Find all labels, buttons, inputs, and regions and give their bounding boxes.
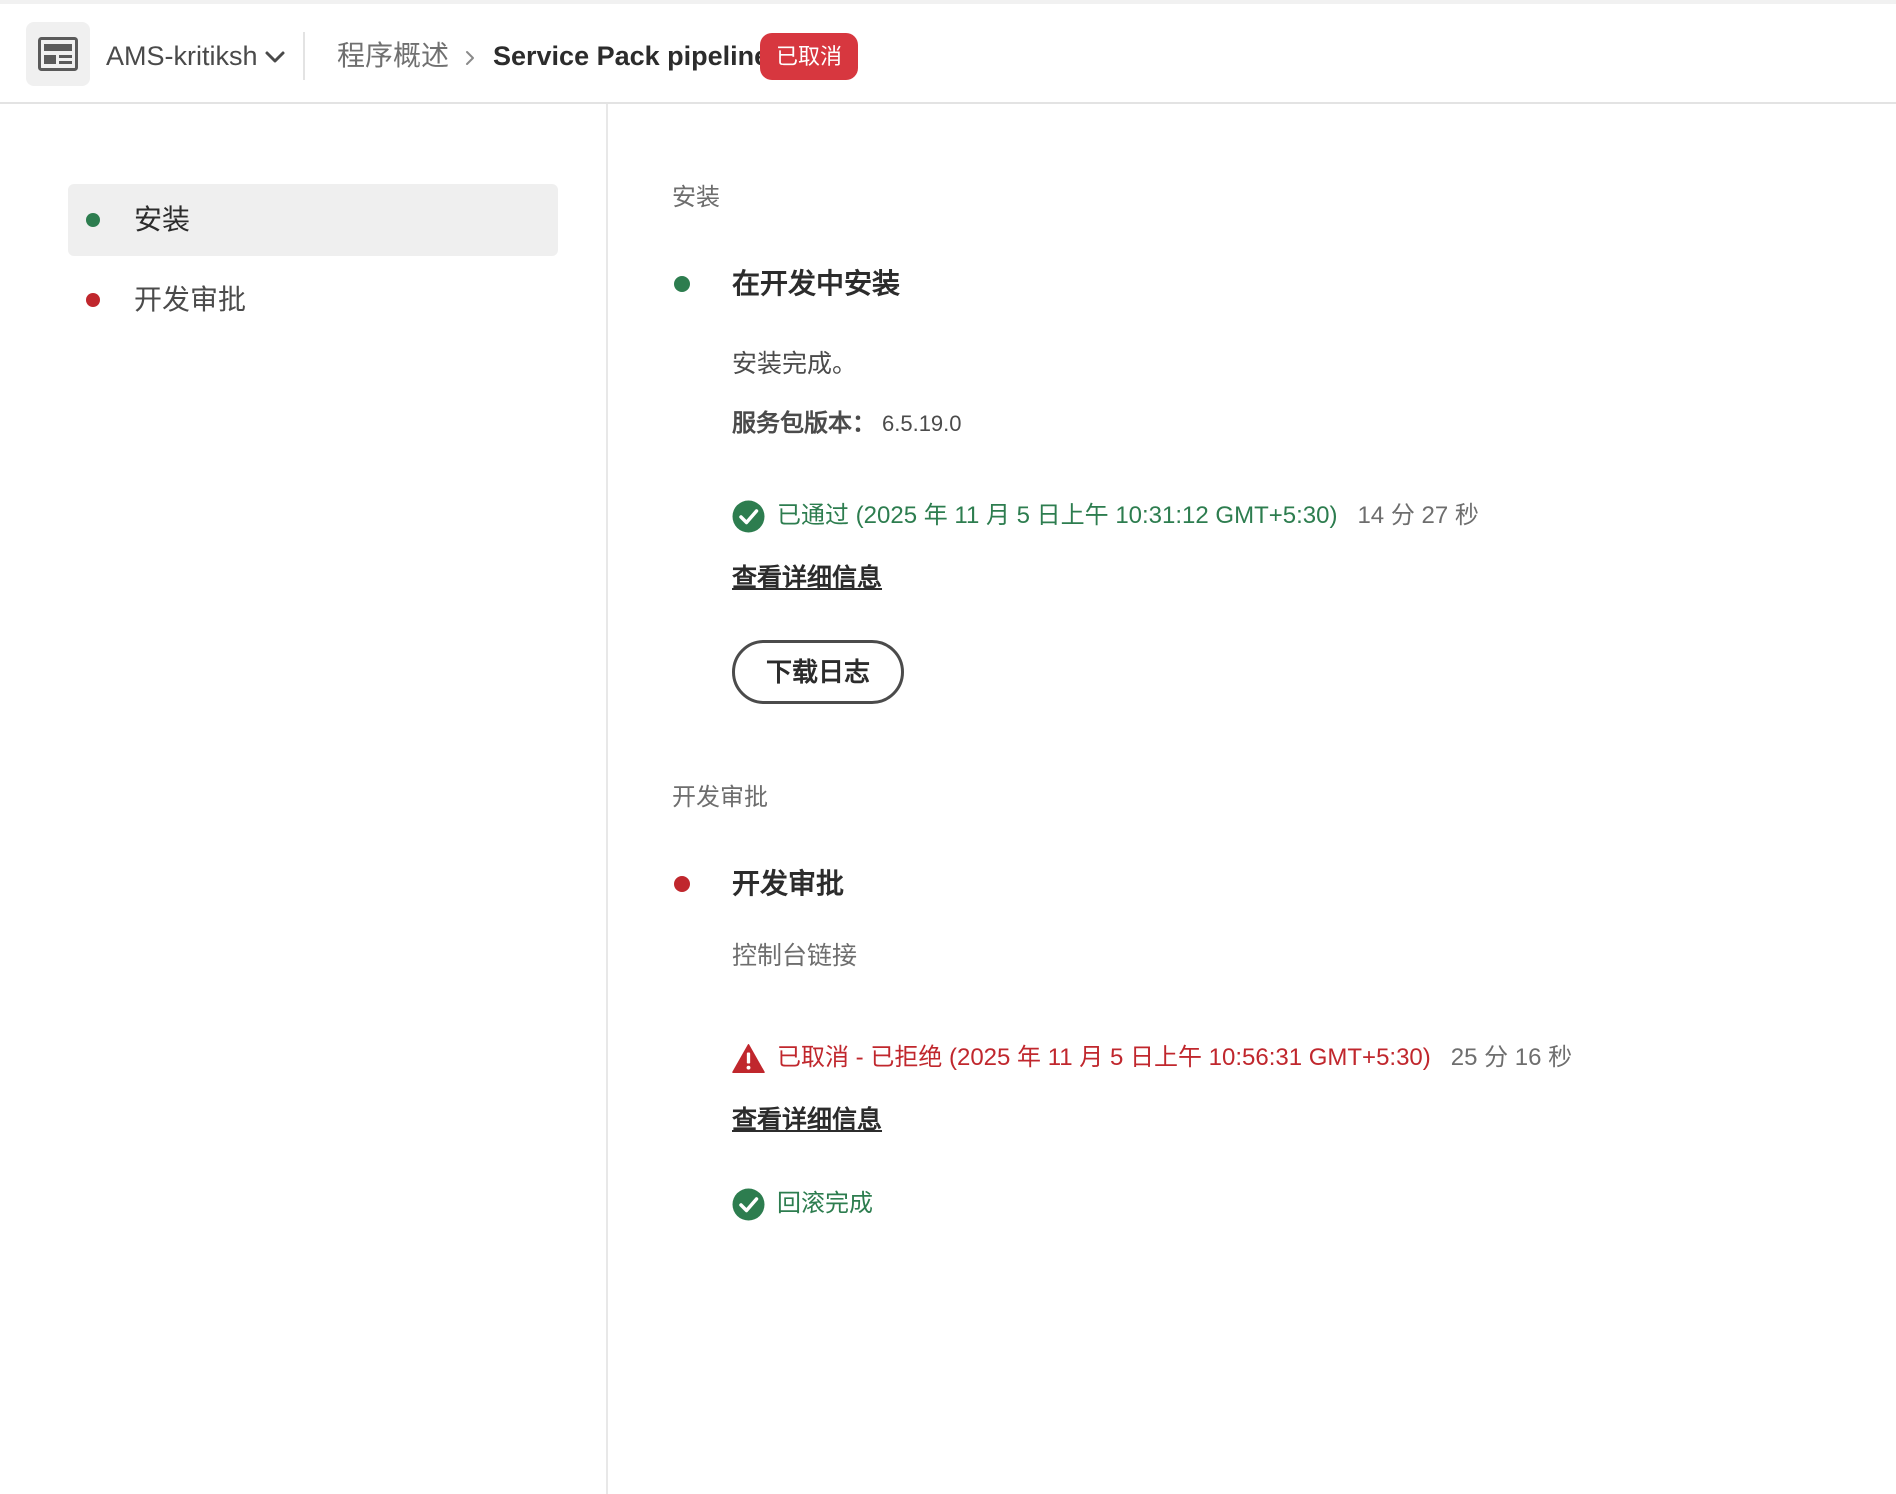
version-value: 6.5.19.0 [882, 411, 962, 436]
download-log-button[interactable]: 下载日志 [732, 640, 904, 704]
install-duration: 14 分 27 秒 [1357, 502, 1479, 529]
breadcrumb-program-overview[interactable]: 程序概述 [337, 36, 449, 76]
program-switcher-button[interactable] [26, 22, 90, 86]
pipeline-detail-page: AMS-kritiksh 程序概述 Service Pack pipeline … [0, 0, 1896, 1494]
status-dot-success [86, 213, 100, 227]
checkmark-circle-icon [732, 500, 765, 532]
view-details-link-approval[interactable]: 查看详细信息 [732, 1102, 882, 1138]
status-dot-error [86, 293, 100, 307]
header-divider [303, 32, 305, 80]
approval-duration: 25 分 16 秒 [1450, 1044, 1573, 1071]
rollback-status-row: 回滚完成 [732, 1186, 873, 1222]
step-title-install-in-dev: 在开发中安装 [732, 268, 901, 299]
approval-result-text: 已取消 - 已拒绝 (2025 年 11 月 5 日上午 10:56:31 GM… [777, 1044, 1431, 1071]
steps-sidebar: 安装 开发审批 [0, 104, 608, 1494]
view-details-link-install[interactable]: 查看详细信息 [732, 560, 882, 596]
chevron-down-icon[interactable] [264, 46, 286, 68]
breadcrumb-current-pipeline: Service Pack pipeline [493, 41, 770, 71]
version-label: 服务包版本： [732, 410, 876, 437]
install-description: 安装完成。 [732, 350, 858, 378]
layout-icon [38, 37, 78, 71]
section-heading-install: 安装 [672, 184, 720, 211]
sidebar-item-dev-approval[interactable]: 开发审批 [68, 264, 558, 336]
step-title-dev-approval: 开发审批 [732, 868, 845, 899]
top-header: AMS-kritiksh 程序概述 Service Pack pipeline … [0, 0, 1896, 104]
step-status-dot-error [674, 876, 690, 892]
pipeline-status-badge: 已取消 [760, 33, 858, 80]
approval-result-row: 已取消 - 已拒绝 (2025 年 11 月 5 日上午 10:56:31 GM… [732, 1040, 1572, 1076]
checkmark-circle-icon [732, 1188, 765, 1220]
rollback-text: 回滚完成 [777, 1190, 873, 1217]
sidebar-item-label: 安装 [134, 204, 191, 235]
console-link[interactable]: 控制台链接 [732, 938, 857, 974]
chevron-right-icon [466, 51, 474, 65]
step-status-dot-success [674, 276, 690, 292]
service-pack-version: 服务包版本： 6.5.19.0 [732, 406, 962, 445]
sidebar-item-install[interactable]: 安装 [68, 184, 558, 256]
alert-triangle-icon [732, 1043, 765, 1073]
step-details: 安装 在开发中安装 安装完成。 服务包版本： 6.5.19.0 已通过 (2025… [608, 104, 1896, 1494]
sidebar-item-label: 开发审批 [134, 284, 247, 315]
install-result-row: 已通过 (2025 年 11 月 5 日上午 10:31:12 GMT+5:30… [732, 498, 1479, 534]
section-heading-dev-approval: 开发审批 [672, 784, 768, 811]
install-result-text: 已通过 (2025 年 11 月 5 日上午 10:31:12 GMT+5:30… [777, 502, 1338, 529]
program-name-dropdown[interactable]: AMS-kritiksh [106, 36, 258, 76]
program-name-label: AMS-kritiksh [106, 41, 258, 71]
